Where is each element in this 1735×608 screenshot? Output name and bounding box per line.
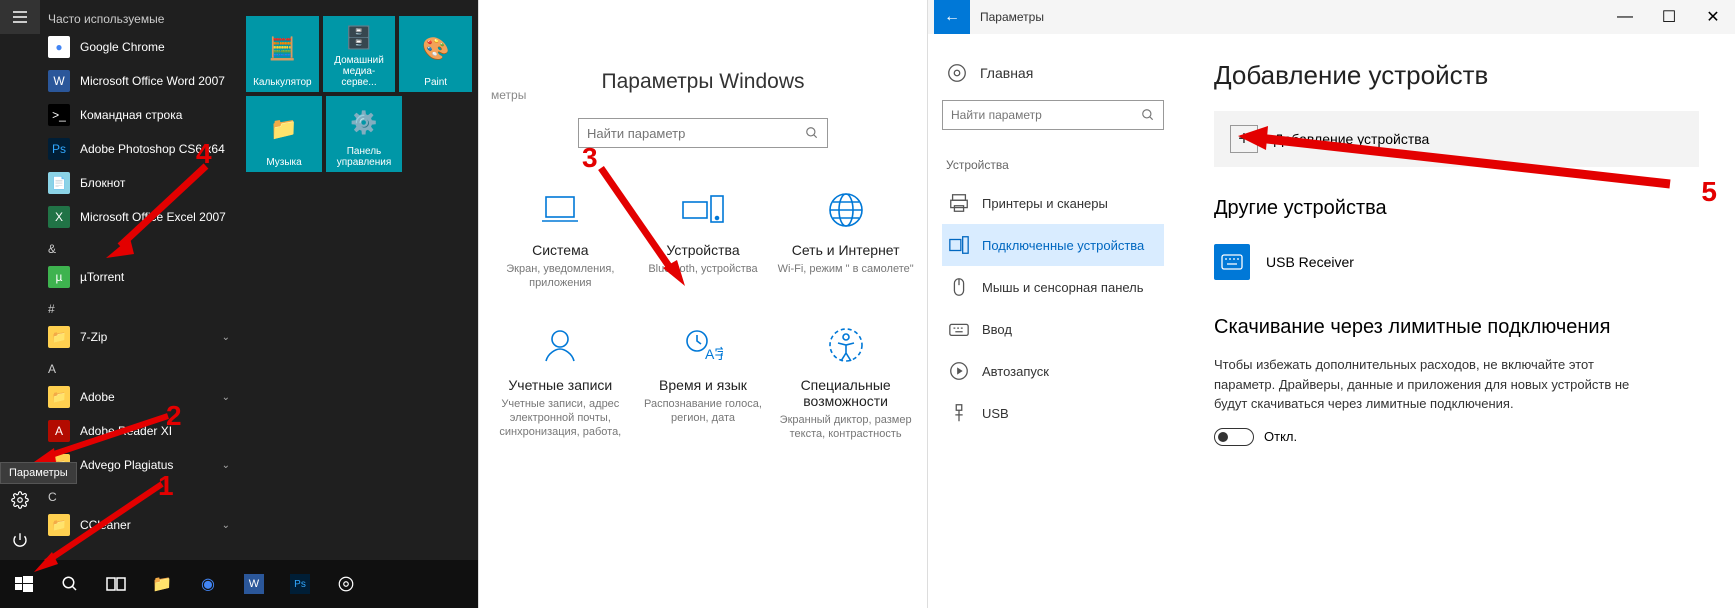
usb-icon bbox=[948, 402, 970, 424]
settings-home-title: Параметры Windows bbox=[479, 70, 927, 94]
start-tiles: 🧮Калькулятор 🗄️Домашний медиа-серве... 🎨… bbox=[240, 0, 478, 560]
taskbar: 📁 ◉ W Ps bbox=[0, 560, 478, 608]
app-excel[interactable]: XMicrosoft Office Excel 2007 bbox=[40, 200, 240, 234]
settings-accounts[interactable]: Учетные записи Учетные записи, адрес эле… bbox=[490, 323, 630, 442]
time-lang-icon: A字 bbox=[683, 325, 723, 365]
chevron-down-icon: ⌄ bbox=[222, 460, 230, 471]
app-word[interactable]: WMicrosoft Office Word 2007 bbox=[40, 64, 240, 98]
settings-devices[interactable]: Устройства Bluetooth, устройства bbox=[633, 188, 773, 291]
search-icon bbox=[1141, 108, 1155, 122]
letter-a[interactable]: A bbox=[40, 354, 240, 380]
back-button[interactable]: ← bbox=[934, 0, 970, 34]
app-cmd[interactable]: >_Командная строка bbox=[40, 98, 240, 132]
settings-home-window: метры Параметры Windows Система Экран, у… bbox=[478, 0, 927, 608]
task-explorer[interactable]: 📁 bbox=[140, 562, 184, 606]
chevron-down-icon: ⌄ bbox=[222, 520, 230, 531]
tile-paint[interactable]: 🎨Paint bbox=[399, 16, 472, 92]
nav-autoplay[interactable]: Автозапуск bbox=[942, 350, 1164, 392]
app-7zip[interactable]: 📁7-Zip⌄ bbox=[40, 320, 240, 354]
task-word[interactable]: W bbox=[232, 562, 276, 606]
tile-calculator[interactable]: 🧮Калькулятор bbox=[246, 16, 319, 92]
settings-content: Добавление устройств + Добавление устрой… bbox=[1178, 34, 1735, 608]
start-menu: Часто используемые ●Google Chrome WMicro… bbox=[0, 0, 478, 608]
letter-c[interactable]: C bbox=[40, 482, 240, 508]
sidebar-category: Устройства bbox=[942, 152, 1164, 178]
nav-connected-devices[interactable]: Подключенные устройства bbox=[942, 224, 1164, 266]
letter-amp[interactable]: & bbox=[40, 234, 240, 260]
autoplay-icon bbox=[948, 360, 970, 382]
search-button[interactable] bbox=[48, 562, 92, 606]
settings-time-language[interactable]: A字 Время и язык Распознавание голоса, ре… bbox=[633, 323, 773, 442]
page-title: Добавление устройств bbox=[1214, 60, 1699, 91]
gear-icon bbox=[946, 62, 968, 84]
search-icon bbox=[805, 126, 819, 140]
settings-home-search-input[interactable] bbox=[587, 126, 805, 141]
annotation-5: 5 bbox=[1701, 176, 1717, 207]
app-adobe-reader[interactable]: AAdobe Reader XI bbox=[40, 414, 240, 448]
keyboard-icon bbox=[948, 318, 970, 340]
settings-tooltip: Параметры bbox=[0, 462, 77, 484]
keyboard-icon bbox=[1214, 244, 1250, 280]
metered-heading: Скачивание через лимитные подключения bbox=[1214, 316, 1699, 339]
other-devices-heading: Другие устройства bbox=[1214, 197, 1699, 220]
settings-crumb: метры bbox=[491, 88, 526, 102]
close-button[interactable]: ✕ bbox=[1691, 0, 1735, 34]
settings-button[interactable] bbox=[0, 480, 40, 520]
app-utorrent[interactable]: µµTorrent bbox=[40, 260, 240, 294]
plus-icon: + bbox=[1230, 125, 1258, 153]
window-title: Параметры bbox=[980, 10, 1044, 24]
sidebar-search-input[interactable] bbox=[951, 108, 1141, 122]
metered-toggle[interactable]: Откл. bbox=[1214, 428, 1699, 446]
mouse-icon bbox=[948, 276, 970, 298]
app-ccleaner[interactable]: 📁CCleaner⌄ bbox=[40, 508, 240, 542]
tile-music[interactable]: 📁Музыка bbox=[246, 96, 322, 172]
task-settings[interactable] bbox=[324, 562, 368, 606]
app-photoshop[interactable]: PsAdobe Photoshop CS6 x64 bbox=[40, 132, 240, 166]
power-button[interactable] bbox=[0, 520, 40, 560]
nav-usb[interactable]: USB bbox=[942, 392, 1164, 434]
sidebar-search[interactable] bbox=[942, 100, 1164, 130]
laptop-icon bbox=[540, 193, 580, 227]
toggle-pill[interactable] bbox=[1214, 428, 1254, 446]
task-photoshop[interactable]: Ps bbox=[278, 562, 322, 606]
svg-text:A字: A字 bbox=[705, 346, 723, 362]
app-adobe[interactable]: 📁Adobe⌄ bbox=[40, 380, 240, 414]
devices-icon bbox=[681, 192, 725, 228]
settings-network[interactable]: Сеть и Интернет Wi-Fi, режим " в самолет… bbox=[776, 188, 916, 291]
connected-icon bbox=[948, 234, 970, 256]
section-frequent: Часто используемые bbox=[40, 4, 240, 30]
accessibility-icon bbox=[826, 325, 866, 365]
settings-accessibility[interactable]: Специальные возможности Экранный диктор,… bbox=[776, 323, 916, 442]
settings-detail-window: ← Параметры — ☐ ✕ Главная Устройства При… bbox=[927, 0, 1735, 608]
printer-icon bbox=[948, 192, 970, 214]
taskview-button[interactable] bbox=[94, 562, 138, 606]
minimize-button[interactable]: — bbox=[1603, 0, 1647, 34]
start-button[interactable] bbox=[2, 562, 46, 606]
settings-system[interactable]: Система Экран, уведомления, приложения bbox=[490, 188, 630, 291]
chevron-down-icon: ⌄ bbox=[222, 332, 230, 343]
titlebar: ← Параметры — ☐ ✕ bbox=[928, 0, 1735, 34]
add-device-button[interactable]: + Добавление устройства bbox=[1214, 111, 1699, 167]
nav-mouse[interactable]: Мышь и сенсорная панель bbox=[942, 266, 1164, 308]
tile-media-server[interactable]: 🗄️Домашний медиа-серве... bbox=[323, 16, 396, 92]
task-chrome[interactable]: ◉ bbox=[186, 562, 230, 606]
sidebar-home[interactable]: Главная bbox=[942, 54, 1164, 92]
person-icon bbox=[540, 325, 580, 365]
letter-hash[interactable]: # bbox=[40, 294, 240, 320]
maximize-button[interactable]: ☐ bbox=[1647, 0, 1691, 34]
metered-description: Чтобы избежать дополнительных расходов, … bbox=[1214, 355, 1644, 414]
chevron-down-icon: ⌄ bbox=[222, 392, 230, 403]
tile-control-panel[interactable]: ⚙️Панель управления bbox=[326, 96, 402, 172]
settings-sidebar: Главная Устройства Принтеры и сканеры По… bbox=[928, 34, 1178, 608]
device-usb-receiver[interactable]: USB Receiver bbox=[1214, 236, 1699, 288]
app-chrome[interactable]: ●Google Chrome bbox=[40, 30, 240, 64]
settings-home-search[interactable] bbox=[578, 118, 828, 148]
nav-typing[interactable]: Ввод bbox=[942, 308, 1164, 350]
nav-printers[interactable]: Принтеры и сканеры bbox=[942, 182, 1164, 224]
globe-icon bbox=[826, 190, 866, 230]
app-notepad[interactable]: 📄Блокнот bbox=[40, 166, 240, 200]
hamburger-icon[interactable] bbox=[0, 0, 40, 34]
